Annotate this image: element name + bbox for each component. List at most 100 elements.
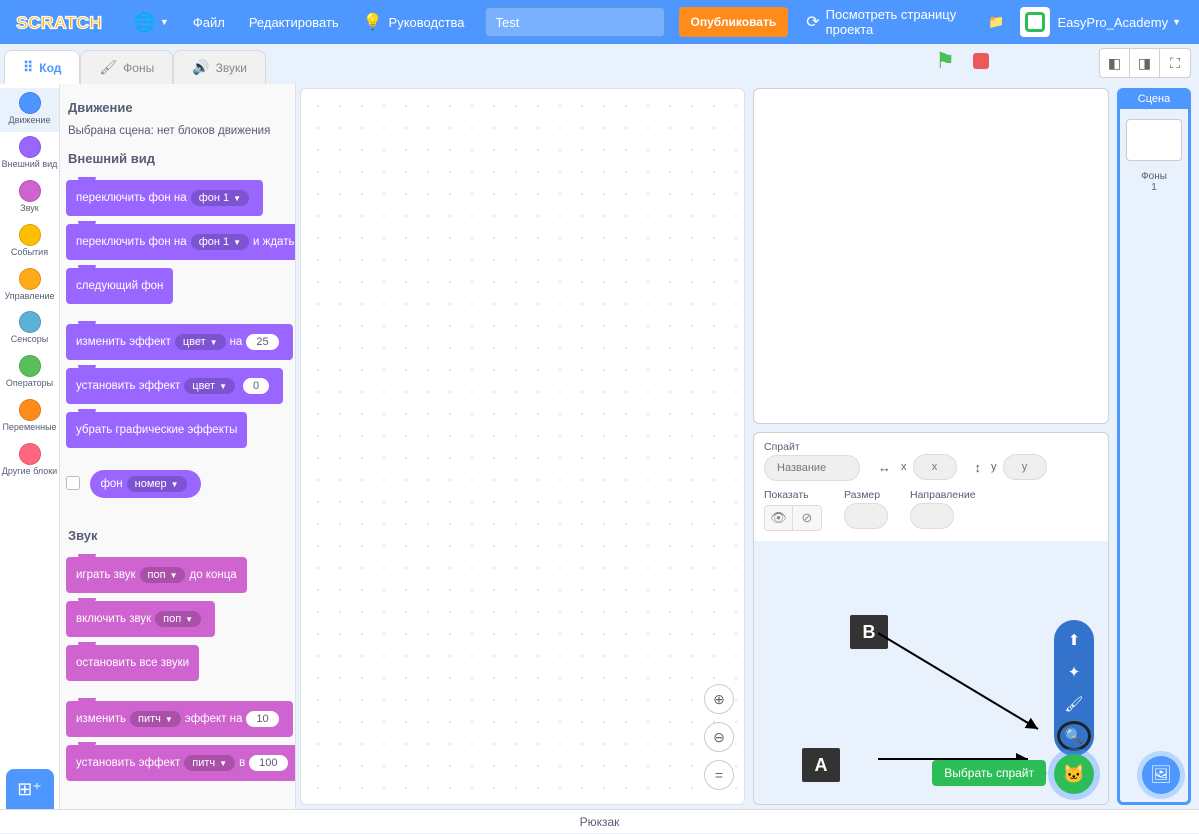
block-change-effect[interactable]: изменить эффект цвет▼ на 25: [66, 324, 293, 360]
zoom-in-button[interactable]: ⊕: [704, 684, 734, 714]
see-project-label: Посмотреть страницу проекта: [826, 7, 972, 37]
block-play-sound-until[interactable]: играть звук поп▼ до конца: [66, 557, 247, 593]
upload-sprite-button[interactable]: ⬆: [1058, 626, 1090, 654]
equals-icon: =: [715, 767, 723, 783]
stage-selector-title: Сцена: [1118, 89, 1190, 109]
stage-full-button[interactable]: ⛶: [1160, 49, 1190, 77]
motion-title: Движение: [68, 100, 289, 115]
stop-button[interactable]: [973, 53, 989, 69]
dropdown-pitch[interactable]: питч▼: [184, 755, 235, 771]
block-palette[interactable]: Движение Выбрана сцена: нет блоков движе…: [60, 84, 296, 809]
sprite-show-button[interactable]: 👁: [765, 506, 793, 530]
number-input[interactable]: 100: [249, 755, 287, 771]
add-extension-button[interactable]: ⊞⁺: [6, 769, 54, 809]
category-sensing[interactable]: Сенсоры: [0, 307, 60, 351]
backpack-bar[interactable]: Рюкзак: [0, 809, 1199, 833]
folder-icon: 📁: [988, 14, 1004, 30]
stage-small-button[interactable]: ◧: [1100, 49, 1130, 77]
sprite-x-input[interactable]: x: [913, 454, 957, 480]
search-icon: 🔍: [1065, 727, 1084, 745]
block-start-sound[interactable]: включить звук поп▼: [66, 601, 215, 637]
dropdown-backdrop[interactable]: фон 1▼: [191, 190, 249, 206]
motion-empty-note: Выбрана сцена: нет блоков движения: [68, 125, 289, 137]
block-backdrop-reporter[interactable]: фон номер▼: [90, 470, 200, 498]
block-next-backdrop[interactable]: следующий фон: [66, 268, 173, 304]
tab-code[interactable]: ⠿Код: [4, 50, 80, 84]
dropdown-sound[interactable]: поп▼: [155, 611, 201, 627]
chevron-down-icon: ▼: [170, 571, 178, 580]
dropdown-backdrop-attr[interactable]: номер▼: [127, 476, 187, 492]
tab-sounds[interactable]: 🔊Звуки: [173, 50, 266, 84]
category-myblocks[interactable]: Другие блоки: [0, 439, 60, 483]
x-icon: ↔: [878, 460, 891, 475]
language-menu[interactable]: 🌐▼: [122, 0, 181, 44]
sprite-size-input[interactable]: [844, 503, 888, 529]
number-input[interactable]: 25: [246, 334, 278, 350]
category-events[interactable]: События: [0, 220, 60, 264]
zoom-out-button[interactable]: ⊖: [704, 722, 734, 752]
block-set-effect[interactable]: установить эффект цвет▼ 0: [66, 368, 283, 404]
right-column: Спрайт Название ↔ x x ↕ y y: [753, 84, 1199, 809]
green-flag-button[interactable]: ⚑: [935, 48, 955, 74]
x-label: x: [901, 461, 907, 473]
block-switch-backdrop-wait[interactable]: переключить фон на фон 1▼ и ждать: [66, 224, 296, 260]
scratch-logo[interactable]: SCRATCH: [16, 8, 114, 36]
block-set-pitch[interactable]: установить эффект питч▼ в 100: [66, 745, 296, 781]
dropdown-sound[interactable]: поп▼: [140, 567, 186, 583]
tutorials-menu[interactable]: 💡Руководства: [351, 0, 477, 44]
stage-thumbnail[interactable]: [1126, 119, 1182, 161]
code-workspace[interactable]: ⊕ ⊖ =: [300, 88, 745, 805]
stage-selector[interactable]: Сцена Фоны 1 🖼: [1117, 88, 1191, 805]
category-variables[interactable]: Переменные: [0, 395, 60, 439]
cat-plus-icon: 🐱: [1063, 764, 1085, 785]
number-input[interactable]: 10: [246, 711, 278, 727]
workspace-zoom-controls: ⊕ ⊖ =: [704, 684, 734, 790]
category-motion[interactable]: Движение: [0, 88, 60, 132]
stage-large-button[interactable]: ◨: [1130, 49, 1160, 77]
share-button[interactable]: Опубликовать: [679, 7, 789, 37]
surprise-sprite-button[interactable]: ✦: [1058, 658, 1090, 686]
dropdown-backdrop[interactable]: фон 1▼: [191, 234, 249, 250]
block-clear-effects[interactable]: убрать графические эффекты: [66, 412, 247, 448]
project-title-input[interactable]: [485, 7, 665, 37]
choose-backdrop-button[interactable]: 🖼: [1142, 756, 1180, 794]
file-menu[interactable]: Файл: [181, 0, 237, 44]
block-stop-all-sounds[interactable]: остановить все звуки: [66, 645, 199, 681]
number-input[interactable]: 0: [243, 378, 269, 394]
chevron-down-icon: ▼: [165, 715, 173, 724]
sprite-list: B A Выбрать спрайт ⬆ ✦ 🖌 🔍: [754, 541, 1108, 804]
size-label: Размер: [844, 489, 888, 501]
reporter-checkbox[interactable]: [66, 476, 80, 490]
category-looks[interactable]: Внешний вид: [0, 132, 60, 176]
zoom-reset-button[interactable]: =: [704, 760, 734, 790]
dropdown-pitch[interactable]: питч▼: [130, 711, 181, 727]
chevron-down-icon: ▼: [1172, 17, 1181, 27]
sprite-hide-button[interactable]: ⊘: [793, 506, 821, 530]
paint-sprite-button[interactable]: 🖌: [1058, 690, 1090, 718]
stage-canvas[interactable]: [753, 88, 1109, 424]
menubar: SCRATCH 🌐▼ Файл Редактировать 💡Руководст…: [0, 0, 1199, 44]
category-operators[interactable]: Операторы: [0, 351, 60, 395]
dropdown-effect[interactable]: цвет▼: [175, 334, 226, 350]
choose-sprite-button[interactable]: 🐱: [1054, 754, 1094, 794]
block-categories: Движение Внешний вид Звук События Управл…: [0, 84, 60, 809]
tab-costumes[interactable]: 🖌Фоны: [80, 50, 173, 84]
see-project-page[interactable]: ⟳Посмотреть страницу проекта: [794, 0, 983, 44]
block-change-pitch[interactable]: изменить питч▼ эффект на 10: [66, 701, 293, 737]
edit-menu[interactable]: Редактировать: [237, 0, 351, 44]
search-sprite-button[interactable]: 🔍: [1058, 722, 1090, 750]
category-control[interactable]: Управление: [0, 264, 60, 308]
tab-code-label: Код: [39, 61, 61, 75]
sprite-direction-input[interactable]: [910, 503, 954, 529]
looks-title: Внешний вид: [68, 151, 289, 166]
mystuff-button[interactable]: 📁: [983, 6, 1009, 38]
account-menu[interactable]: EasyPro_Academy ▼: [1010, 0, 1191, 44]
annotation-label-a: A: [802, 748, 840, 782]
avatar: [1020, 7, 1050, 37]
dropdown-effect[interactable]: цвет▼: [184, 378, 235, 394]
sprite-label: Спрайт: [764, 441, 860, 453]
sprite-name-input[interactable]: Название: [764, 455, 860, 481]
category-sound[interactable]: Звук: [0, 176, 60, 220]
block-switch-backdrop[interactable]: переключить фон на фон 1▼: [66, 180, 263, 216]
sprite-y-input[interactable]: y: [1003, 454, 1047, 480]
